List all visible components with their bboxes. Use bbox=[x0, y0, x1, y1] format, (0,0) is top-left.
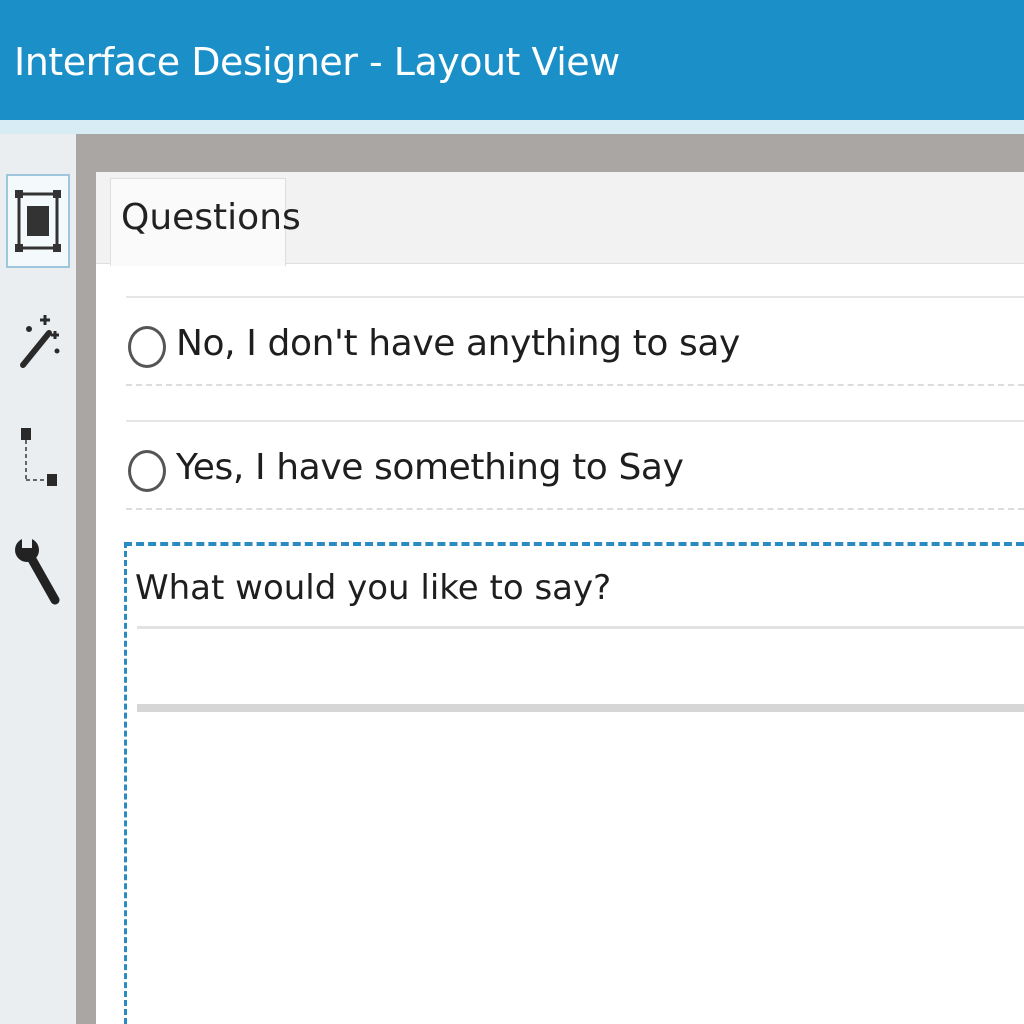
connector-tool-button[interactable] bbox=[6, 410, 70, 504]
text-field-input[interactable] bbox=[137, 630, 1024, 712]
wrench-icon bbox=[15, 536, 60, 605]
tab-strip: Questions bbox=[96, 172, 1024, 266]
tab-questions[interactable]: Questions bbox=[110, 178, 301, 266]
layout-tool-button[interactable] bbox=[6, 174, 70, 268]
radio-option-yes[interactable]: Yes, I have something to Say bbox=[126, 420, 1024, 510]
selected-text-field[interactable]: What would you like to say? bbox=[124, 542, 1024, 1024]
radio-label-yes: Yes, I have something to Say bbox=[176, 447, 684, 488]
tool-palette bbox=[0, 134, 76, 1024]
radio-button-no[interactable] bbox=[128, 326, 166, 368]
radio-button-yes[interactable] bbox=[128, 450, 166, 492]
text-field-label: What would you like to say? bbox=[135, 568, 612, 608]
radio-option-no[interactable]: No, I don't have anything to say bbox=[126, 296, 1024, 386]
titlebar-divider bbox=[0, 120, 1024, 134]
magic-wand-tool-button[interactable] bbox=[6, 294, 70, 388]
layout-icon bbox=[15, 190, 61, 252]
wrench-tool-button[interactable] bbox=[6, 524, 70, 618]
magic-wand-icon bbox=[20, 315, 60, 368]
window-title: Interface Designer - Layout View bbox=[14, 40, 620, 84]
connector-icon bbox=[21, 428, 57, 486]
design-canvas: Questions No, I don't have anything to s… bbox=[96, 172, 1024, 1024]
radio-label-no: No, I don't have anything to say bbox=[176, 323, 740, 364]
window-titlebar: Interface Designer - Layout View bbox=[0, 0, 1024, 120]
field-label-divider bbox=[137, 626, 1024, 629]
